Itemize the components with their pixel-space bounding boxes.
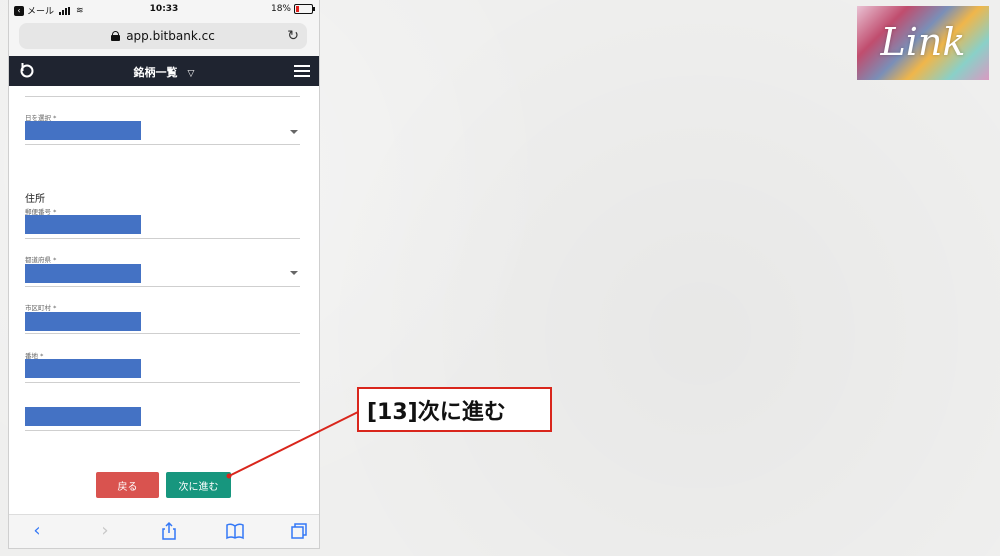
street-number-field[interactable]: 番地 *: [25, 348, 300, 383]
market-list-dropdown[interactable]: 銘柄一覧 ▽: [9, 64, 319, 80]
postal-code-field[interactable]: 郵便番号 *: [25, 204, 300, 239]
link-brand-logo: Link: [857, 6, 989, 80]
status-bar: ‹ メール ≋ 10:33 18%: [9, 0, 319, 20]
back-arrow-icon[interactable]: ‹: [27, 521, 47, 541]
step-callout: [13]次に進む: [357, 387, 552, 432]
tabs-icon[interactable]: [289, 521, 309, 541]
reload-icon[interactable]: ↻: [287, 28, 299, 44]
hamburger-menu-icon[interactable]: [294, 65, 310, 77]
next-button[interactable]: 次に進む: [166, 472, 231, 498]
browser-address-area: app.bitbank.cc ↻: [9, 20, 319, 56]
battery-icon: [294, 4, 315, 14]
form-content: 日を選択 * 住所 郵便番号 * 都道府県 * 市区町村 * 番地 * 戻る 次…: [9, 86, 319, 514]
forward-arrow-icon[interactable]: ›: [95, 521, 115, 541]
site-navbar: 銘柄一覧 ▽: [9, 56, 319, 86]
battery-percent: 18%: [270, 4, 291, 14]
bookmarks-icon[interactable]: [225, 521, 245, 541]
share-icon[interactable]: [159, 521, 179, 541]
partial-field: [25, 86, 300, 97]
browser-toolbar: ‹ ›: [9, 514, 319, 548]
step-callout-text: [13]次に進む: [367, 399, 506, 425]
prefecture-select-field[interactable]: 都道府県 *: [25, 252, 300, 287]
redacted-value: [25, 121, 141, 140]
market-list-label: 銘柄一覧: [133, 66, 178, 79]
chevron-down-icon: ▽: [187, 69, 195, 79]
redacted-value: [25, 359, 141, 378]
prefecture-label: 都道府県 *: [25, 256, 57, 264]
url-text: app.bitbank.cc: [126, 29, 215, 43]
redacted-value: [25, 407, 141, 426]
redacted-value: [25, 264, 141, 283]
day-select-field[interactable]: 日を選択 *: [25, 110, 300, 145]
lock-icon: [111, 31, 121, 41]
address-bar[interactable]: app.bitbank.cc ↻: [19, 23, 307, 49]
brand-logo-text: Link: [880, 20, 966, 64]
redacted-value: [25, 312, 141, 331]
caret-down-icon[interactable]: [290, 271, 298, 275]
building-field[interactable]: [25, 404, 300, 431]
back-button[interactable]: 戻る: [96, 472, 159, 498]
caret-down-icon[interactable]: [290, 130, 298, 134]
redacted-value: [25, 215, 141, 234]
address-heading: 住所: [25, 194, 45, 205]
phone-screenshot: ‹ メール ≋ 10:33 18% app.bitbank.cc ↻ 銘柄一覧 ▽: [8, 0, 320, 549]
city-label: 市区町村 *: [25, 304, 57, 312]
city-field[interactable]: 市区町村 *: [25, 300, 300, 334]
